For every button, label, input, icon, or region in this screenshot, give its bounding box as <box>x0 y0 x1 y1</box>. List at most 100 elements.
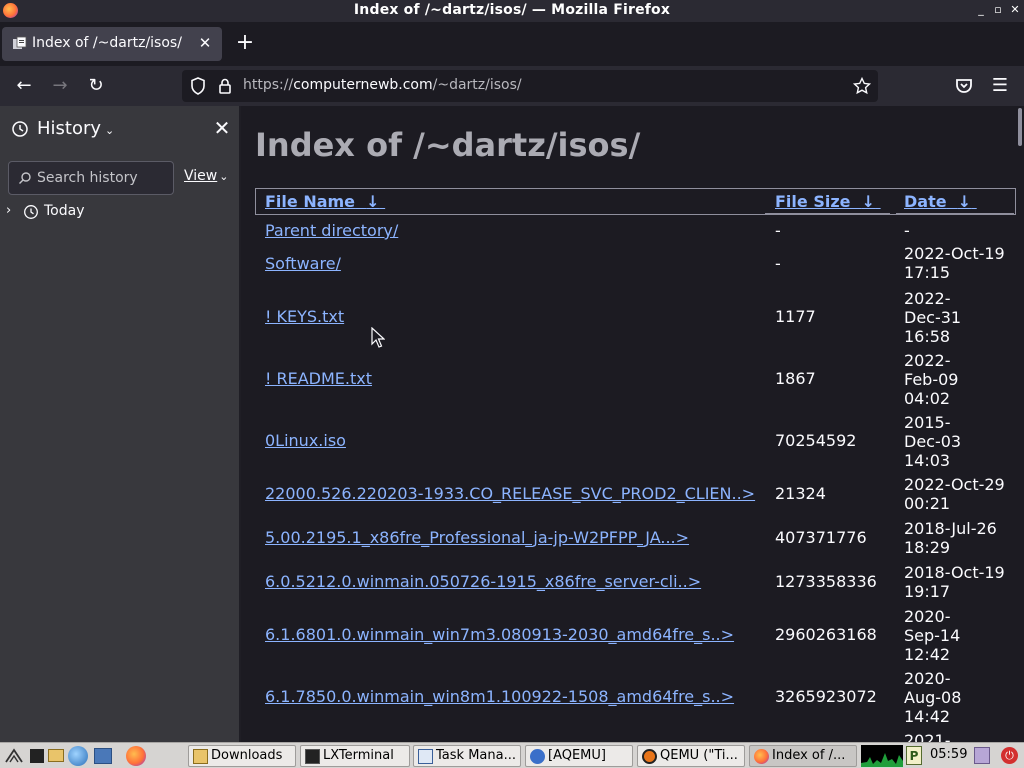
page-scrollbar[interactable] <box>1018 108 1022 146</box>
file-size: - <box>775 221 781 240</box>
tracking-shield-icon[interactable] <box>188 76 208 96</box>
file-date: 2022-Oct-29 00:21 <box>904 475 1005 513</box>
mouse-cursor-icon <box>371 327 385 348</box>
file-link[interactable]: ! README.txt <box>265 369 372 388</box>
lock-icon[interactable] <box>215 76 235 96</box>
show-desktop-icon[interactable] <box>30 749 44 763</box>
tab-index-of-isos[interactable]: Index of /~dartz/isos/ ✕ <box>2 27 222 61</box>
file-manager-icon[interactable] <box>48 749 64 762</box>
firefox-icon <box>754 749 769 764</box>
system-taskbar: Downloads LXTerminal Task Mana... [AQEMU… <box>0 742 1024 768</box>
firefox-launcher-icon[interactable] <box>126 746 146 766</box>
file-link[interactable]: 6.1.7850.0.winmain_win8m1.100922-1508_am… <box>265 687 734 706</box>
file-date: 2022-Feb-09 04:02 <box>904 351 959 408</box>
new-tab-button[interactable]: + <box>234 32 256 54</box>
file-date: 2021- <box>904 731 951 742</box>
table-row: 6.0.5212.0.winmain.050726-1915_x86fre_se… <box>256 563 1017 607</box>
history-tree-label: Today <box>44 203 85 219</box>
table-row: Software/ - 2022-Oct-19 17:15 <box>256 243 1017 289</box>
file-size: 1177 <box>775 307 816 326</box>
header-divider <box>765 213 890 214</box>
file-link[interactable]: 6.1.6801.0.winmain_win7m3.080913-2030_am… <box>265 625 734 644</box>
app-menu-button[interactable]: ☰ <box>988 74 1012 98</box>
taskbar-task-downloads[interactable]: Downloads <box>188 745 296 767</box>
file-date: 2018-Oct-19 19:17 <box>904 563 1005 601</box>
power-icon[interactable]: ⏻ <box>1001 747 1018 764</box>
pocket-icon[interactable] <box>952 74 976 98</box>
folder-icon <box>193 749 208 764</box>
file-size: 1273358336 <box>775 572 877 591</box>
start-menu-icon[interactable] <box>4 746 24 766</box>
sort-by-name-link[interactable]: File Name ↓ <box>265 192 385 211</box>
file-link[interactable]: Parent directory/ <box>265 221 398 240</box>
chevron-down-icon: ⌄ <box>219 170 229 183</box>
sort-by-date-link[interactable]: Date ↓ <box>904 192 977 211</box>
close-window-button[interactable]: ✕ <box>1008 3 1022 17</box>
terminal-icon <box>305 749 320 764</box>
task-manager-icon <box>418 749 433 764</box>
file-date: 2020-Sep-14 12:42 <box>904 607 961 664</box>
history-search-input[interactable] <box>37 170 167 186</box>
taskbar-task-qemu[interactable]: QEMU ("Ti... <box>637 745 745 767</box>
file-link[interactable]: 22000.526.220203-1933.CO_RELEASE_SVC_PRO… <box>265 484 755 503</box>
clock-icon <box>12 121 28 137</box>
url-bar[interactable]: https://computernewb.com/~dartz/isos/ <box>182 70 878 102</box>
file-size: 407371776 <box>775 528 867 547</box>
sidebar-title[interactable]: History ⌄ <box>37 118 114 139</box>
minimize-window-button[interactable]: _ <box>974 3 988 17</box>
page-favicon-icon <box>13 36 27 49</box>
tab-strip: Index of /~dartz/isos/ ✕ + <box>0 22 1024 66</box>
forward-button[interactable]: → <box>48 74 72 98</box>
bookmark-star-icon[interactable] <box>852 76 872 96</box>
file-size: 21324 <box>775 484 826 503</box>
taskbar-clock[interactable]: 05:59 <box>930 747 967 762</box>
file-link[interactable]: Software/ <box>265 254 341 273</box>
taskbar-task-task-manager[interactable]: Task Mana... <box>413 745 521 767</box>
view-menu-button[interactable]: View ⌄ <box>184 168 228 184</box>
taskbar-task-lxterminal[interactable]: LXTerminal <box>300 745 410 767</box>
search-icon <box>19 172 31 184</box>
chevron-right-icon[interactable]: › <box>6 203 11 218</box>
file-date: 2022-Oct-19 17:15 <box>904 244 1005 282</box>
taskbar-task-aqemu[interactable]: [AQEMU] <box>525 745 633 767</box>
browser-launcher-icon[interactable] <box>68 746 88 766</box>
file-link[interactable]: 6.0.5212.0.winmain.050726-1915_x86fre_se… <box>265 572 701 591</box>
chevron-down-icon: ⌄ <box>105 124 115 137</box>
clock-icon <box>24 205 38 219</box>
page-content: Index of /~dartz/isos/ File Name ↓ File … <box>243 106 1024 742</box>
navigation-toolbar: ← → ↻ https://computernewb.com/~dartz/is… <box>0 66 1024 106</box>
history-sidebar: History⌄ ✕ View⌄ › Today <box>0 106 241 742</box>
history-search-box[interactable] <box>8 161 174 195</box>
file-link[interactable]: 0Linux.iso <box>265 431 346 450</box>
sidebar-close-button[interactable]: ✕ <box>212 118 232 138</box>
file-size: 2960263168 <box>775 625 877 644</box>
table-row: 6.1.6801.0.winmain_win7m3.080913-2030_am… <box>256 607 1017 669</box>
table-row: 0Linux.iso 70254592 2015-Dec-03 14:03 <box>256 413 1017 475</box>
table-row: 22000.526.220203-1933.CO_RELEASE_SVC_PRO… <box>256 475 1017 519</box>
window-titlebar: Index of /~dartz/isos/ — Mozilla Firefox… <box>0 0 1024 22</box>
maximize-window-button[interactable]: ▫ <box>991 3 1005 17</box>
tab-close-icon[interactable]: ✕ <box>196 34 214 52</box>
tab-label: Index of /~dartz/isos/ <box>32 35 182 51</box>
back-button[interactable]: ← <box>12 74 36 98</box>
page-title: Index of /~dartz/isos/ <box>255 126 641 164</box>
sidebar-header[interactable]: History ⌄ ✕ <box>0 106 241 152</box>
taskbar-task-firefox[interactable]: Index of /... <box>749 745 857 767</box>
notes-tray-icon[interactable]: P <box>906 746 922 765</box>
screen-lock-icon[interactable] <box>974 747 990 764</box>
file-link[interactable]: 5.00.2195.1_x86fre_Professional_ja-jp-W2… <box>265 528 689 547</box>
reload-button[interactable]: ↻ <box>84 74 108 98</box>
file-date: 2022-Dec-31 16:58 <box>904 289 962 346</box>
url-text[interactable]: https://computernewb.com/~dartz/isos/ <box>243 77 522 93</box>
file-size: 3265923072 <box>775 687 877 706</box>
table-row: 5.00.2195.1_x86fre_Professional_ja-jp-W2… <box>256 519 1017 563</box>
sort-by-size-link[interactable]: File Size ↓ <box>775 192 881 211</box>
file-size: 70254592 <box>775 431 857 450</box>
file-size: 1867 <box>775 369 816 388</box>
file-date: 2020-Aug-08 14:42 <box>904 669 962 726</box>
qemu-icon <box>642 749 657 764</box>
header-divider <box>896 213 1014 214</box>
table-row: ! README.txt 1867 2022-Feb-09 04:02 <box>256 351 1017 413</box>
workspace-icon[interactable] <box>94 748 112 764</box>
file-link[interactable]: ! KEYS.txt <box>265 307 344 326</box>
